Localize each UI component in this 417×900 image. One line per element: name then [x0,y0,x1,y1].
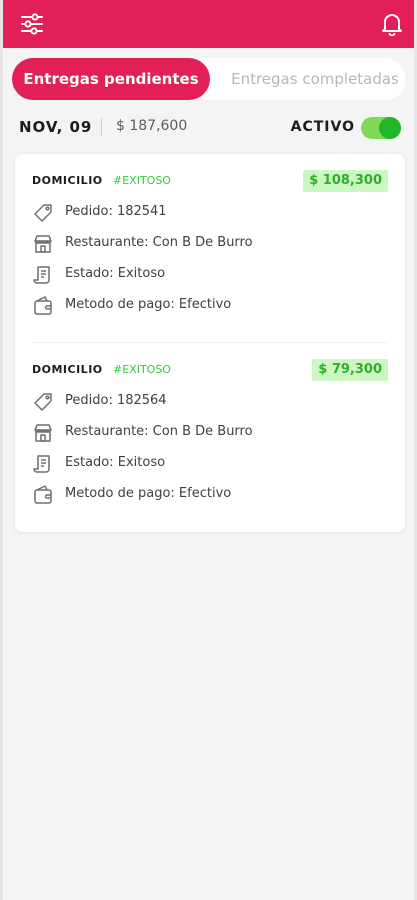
orders-card: DOMICILIO #EXITOSO $ 108,300 Pedido: 182… [15,154,405,532]
store-icon [32,233,54,255]
order-estado: Estado: Exitoso [65,266,166,281]
order-restaurante-row: Restaurante: Con B De Burro [32,233,388,255]
order-amount: $ 79,300 [312,359,388,381]
order-metodo: Metodo de pago: Efectivo [65,486,232,501]
order-estado-row: Estado: Exitoso [32,264,388,286]
daily-summary: NOV, 09 $ 187,600 ACTIVO [19,112,401,142]
tab-entregas-pendientes[interactable]: Entregas pendientes [12,58,210,100]
order-status-tag: #EXITOSO [113,363,171,376]
summary-divider [101,118,102,136]
sliders-icon[interactable] [17,9,47,39]
order-restaurante: Restaurante: Con B De Burro [65,424,253,439]
order-amount: $ 108,300 [303,170,388,192]
order-estado-row: Estado: Exitoso [32,453,388,475]
order-pedido: Pedido: 182564 [65,393,167,408]
order-restaurante-row: Restaurante: Con B De Burro [32,422,388,444]
order-pedido-row: Pedido: 182564 [32,391,388,413]
status-label: ACTIVO [290,119,355,135]
order-type: DOMICILIO [32,174,103,187]
price-tag-icon [32,391,54,413]
order-divider [31,342,389,343]
price-tag-icon [32,202,54,224]
order-status-tag: #EXITOSO [113,174,171,187]
bell-icon[interactable] [377,9,407,39]
order-pedido-row: Pedido: 182541 [32,202,388,224]
order-pedido: Pedido: 182541 [65,204,167,219]
app-header [0,0,417,48]
tab-entregas-completadas[interactable]: Entregas completadas [218,58,412,100]
order-estado: Estado: Exitoso [65,455,166,470]
active-toggle[interactable] [361,117,401,139]
summary-total: $ 187,600 [116,118,188,134]
receipt-icon [32,264,54,286]
wallet-icon [32,295,54,317]
receipt-icon [32,453,54,475]
order-metodo: Metodo de pago: Efectivo [65,297,232,312]
order-metodo-row: Metodo de pago: Efectivo [32,295,388,317]
order-restaurante: Restaurante: Con B De Burro [65,235,253,250]
order-type: DOMICILIO [32,363,103,376]
order-metodo-row: Metodo de pago: Efectivo [32,484,388,506]
summary-date: NOV, 09 [19,118,93,136]
delivery-tabs: Entregas pendientes Entregas completadas [12,58,406,100]
wallet-icon [32,484,54,506]
toggle-knob [379,117,401,139]
store-icon [32,422,54,444]
